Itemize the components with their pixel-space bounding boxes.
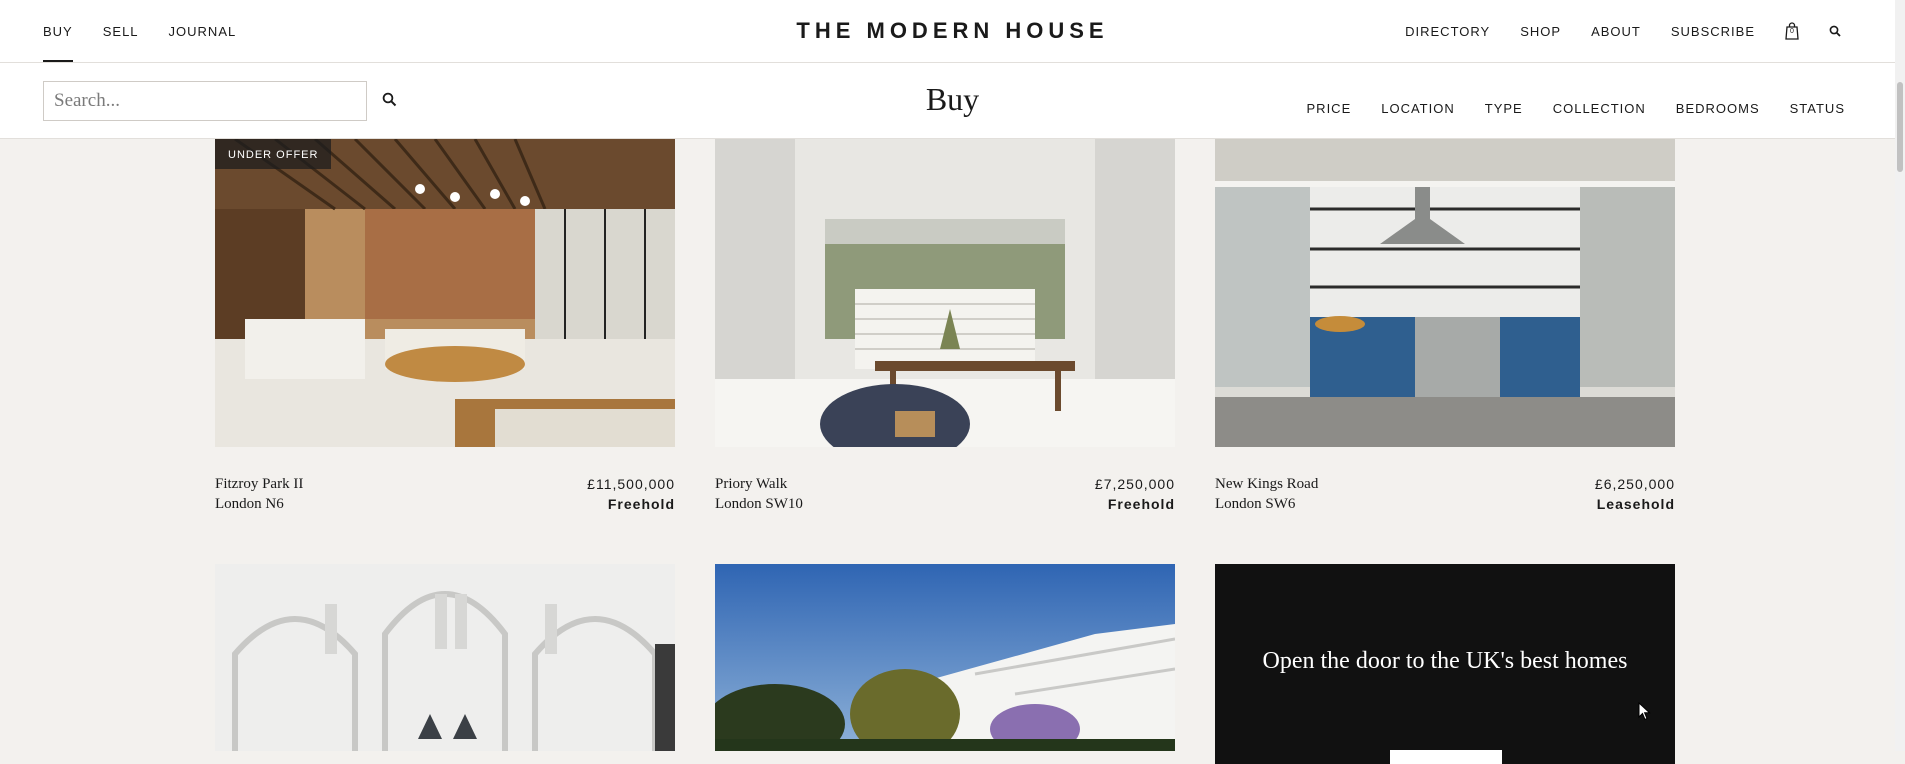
top-navigation: BUY SELL JOURNAL THE MODERN HOUSE DIRECT… bbox=[0, 0, 1905, 63]
filter-bedrooms[interactable]: BEDROOMS bbox=[1676, 101, 1760, 116]
cart-button[interactable]: 0 bbox=[1785, 22, 1799, 40]
listing-photo[interactable] bbox=[715, 564, 1175, 751]
listing-name[interactable]: Fitzroy Park II bbox=[215, 474, 303, 494]
promo-headline: Open the door to the UK's best homes bbox=[1262, 648, 1628, 674]
filter-type[interactable]: TYPE bbox=[1485, 101, 1523, 116]
listing-photo[interactable] bbox=[715, 139, 1175, 447]
cart-count: 0 bbox=[1790, 28, 1794, 35]
nav-shop[interactable]: SHOP bbox=[1520, 24, 1561, 39]
listing-photo[interactable] bbox=[215, 564, 675, 751]
newsletter-promo: Open the door to the UK's best homes bbox=[1215, 564, 1675, 764]
listing-tenure: Freehold bbox=[607, 496, 675, 512]
nav-about[interactable]: ABOUT bbox=[1591, 24, 1641, 39]
listing-card[interactable]: New Kings Road London SW6 £6,250,000 Lea… bbox=[1215, 139, 1675, 514]
listing-photo[interactable] bbox=[1215, 139, 1675, 447]
listing-location: New Kings Road London SW6 bbox=[1215, 474, 1318, 514]
listing-location: Priory Walk London SW10 bbox=[715, 474, 803, 514]
listing-tenure: Freehold bbox=[1107, 496, 1175, 512]
secondary-nav: DIRECTORY SHOP ABOUT SUBSCRIBE 0 bbox=[1405, 0, 1841, 62]
interior-photo bbox=[215, 139, 675, 447]
listing-price: £11,500,000 bbox=[587, 476, 675, 492]
filter-bar: Buy PRICE LOCATION TYPE COLLECTION BEDRO… bbox=[0, 63, 1905, 139]
listing-card[interactable] bbox=[215, 564, 675, 751]
listing-meta: £6,250,000 Leasehold bbox=[1595, 474, 1675, 514]
listing-card[interactable] bbox=[715, 564, 1175, 751]
kitchen-photo bbox=[1215, 139, 1675, 447]
search-icon bbox=[1829, 25, 1841, 37]
scrollbar-thumb[interactable] bbox=[1897, 82, 1903, 172]
listing-info: Priory Walk London SW10 £7,250,000 Freeh… bbox=[715, 474, 1175, 514]
filter-status[interactable]: STATUS bbox=[1790, 101, 1845, 116]
filter-price[interactable]: PRICE bbox=[1307, 101, 1352, 116]
listing-location: Fitzroy Park II London N6 bbox=[215, 474, 303, 514]
filter-collection[interactable]: COLLECTION bbox=[1553, 101, 1646, 116]
church-interior-photo bbox=[215, 564, 675, 751]
listing-area: London SW10 bbox=[715, 496, 803, 512]
listing-name[interactable]: New Kings Road bbox=[1215, 474, 1318, 494]
cursor-icon bbox=[1638, 702, 1651, 721]
interior-photo bbox=[715, 139, 1175, 447]
nav-directory[interactable]: DIRECTORY bbox=[1405, 24, 1490, 39]
listing-meta: £7,250,000 Freehold bbox=[1095, 474, 1175, 514]
listing-meta: £11,500,000 Freehold bbox=[587, 474, 675, 514]
filter-list: PRICE LOCATION TYPE COLLECTION BEDROOMS … bbox=[1307, 101, 1845, 116]
listing-area: London SW6 bbox=[1215, 496, 1296, 512]
listing-photo[interactable]: UNDER OFFER bbox=[215, 139, 675, 447]
listing-tenure: Leasehold bbox=[1596, 496, 1675, 512]
listing-area: London N6 bbox=[215, 496, 284, 512]
listing-card[interactable]: UNDER OFFER Fitzroy Park II London N6 £1… bbox=[215, 139, 675, 514]
status-badge: UNDER OFFER bbox=[215, 139, 332, 169]
listing-price: £7,250,000 bbox=[1094, 476, 1175, 492]
header-search-button[interactable] bbox=[1829, 25, 1841, 37]
house-exterior-photo bbox=[715, 564, 1175, 751]
listing-name[interactable]: Priory Walk bbox=[715, 474, 803, 494]
page-scrollbar[interactable] bbox=[1895, 0, 1905, 751]
listing-card[interactable]: Priory Walk London SW10 £7,250,000 Freeh… bbox=[715, 139, 1175, 514]
listing-info: Fitzroy Park II London N6 £11,500,000 Fr… bbox=[215, 474, 675, 514]
promo-button[interactable] bbox=[1390, 750, 1502, 764]
listing-info: New Kings Road London SW6 £6,250,000 Lea… bbox=[1215, 474, 1675, 514]
filter-location[interactable]: LOCATION bbox=[1381, 101, 1455, 116]
listing-price: £6,250,000 bbox=[1594, 476, 1675, 492]
nav-subscribe[interactable]: SUBSCRIBE bbox=[1671, 24, 1755, 39]
